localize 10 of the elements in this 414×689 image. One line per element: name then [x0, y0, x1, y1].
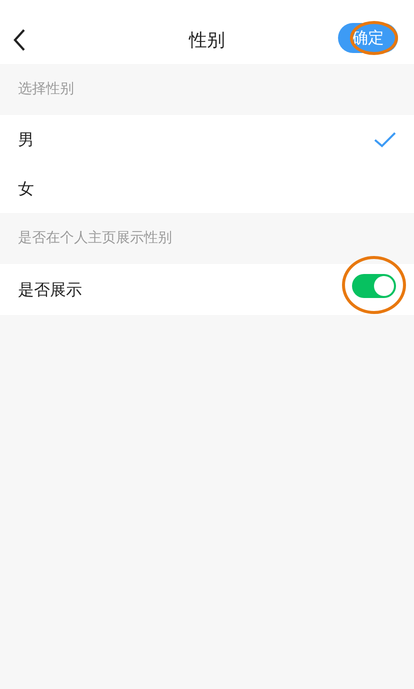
option-label: 女 [18, 178, 34, 200]
option-row[interactable]: 女 [0, 164, 414, 213]
page-title: 性别 [189, 28, 225, 52]
option-label: 男 [18, 128, 34, 150]
section-label: 是否在个人主页展示性别 [18, 229, 172, 248]
toggle-switch[interactable] [352, 274, 396, 298]
toggle-label: 是否展示 [18, 278, 82, 300]
section-label: 选择性别 [18, 80, 74, 99]
back-icon[interactable] [12, 28, 26, 52]
option-row[interactable]: 男 [0, 115, 414, 164]
